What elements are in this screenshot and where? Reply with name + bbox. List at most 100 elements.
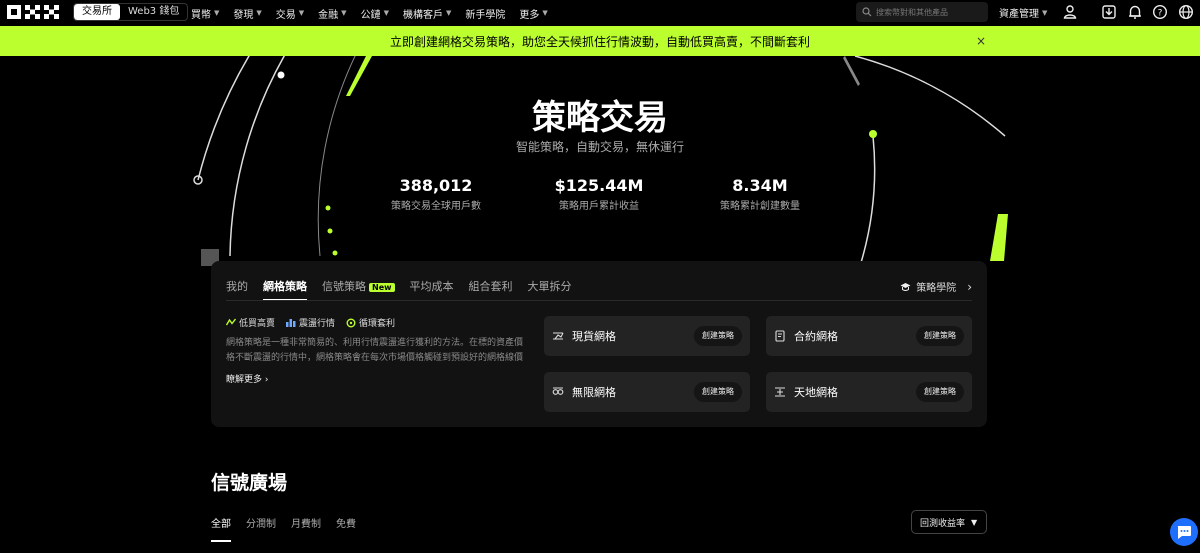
chevron-down-icon: ▼	[341, 9, 347, 17]
tab-arbitrage[interactable]: 組合套利	[469, 278, 513, 294]
create-strategy-button[interactable]: 創建策略	[694, 382, 742, 402]
asset-management-menu[interactable]: 資產管理 ▼	[999, 5, 1048, 21]
user-icon[interactable]	[1062, 4, 1078, 20]
download-icon[interactable]	[1101, 4, 1117, 20]
menu-learn[interactable]: 新手學院	[465, 6, 505, 21]
exchange-tab[interactable]: 交易所	[74, 4, 120, 20]
okx-logo[interactable]	[7, 4, 61, 21]
tab-all[interactable]: 全部	[211, 515, 231, 542]
spot-grid-icon	[553, 332, 564, 340]
grid-description: 網格策略是一種非常簡易的、利用行情震盪進行獲利的方法。在標的資產價格不斷震盪的行…	[226, 338, 524, 363]
hero-section: 策略交易 智能策略，自動交易，無休運行 388,012 策略交易全球用戶數 $1…	[0, 56, 1200, 266]
stat-earnings: $125.44M 策略用戶累計收益	[549, 176, 649, 212]
chevron-down-icon: ▼	[256, 9, 262, 17]
menu-institutional[interactable]: 機構客戶 ▼	[403, 6, 451, 21]
chevron-down-icon: ▼	[445, 9, 452, 17]
new-badge: New	[369, 283, 395, 292]
promo-banner-text[interactable]: 立即創建網格交易策略，助您全天候抓住行情波動，自動低買高賣，不間斷套利	[390, 33, 810, 50]
create-strategy-button[interactable]: 創建策略	[694, 326, 742, 346]
stat-value: 8.34M	[732, 176, 788, 195]
tab-iceberg[interactable]: 大單拆分	[528, 278, 572, 294]
promo-banner: 立即創建網格交易策略，助您全天候抓住行情波動，自動低買高賣，不間斷套利 ×	[0, 26, 1200, 56]
feature-label: 循環套利	[359, 319, 396, 329]
asset-label: 資產管理	[999, 9, 1039, 20]
help-icon[interactable]: ?	[1152, 4, 1168, 20]
infinity-grid-card[interactable]: 無限網格 創建策略	[544, 372, 750, 412]
spot-grid-card[interactable]: 現貨網格 創建策略	[544, 316, 750, 356]
bar-chart-icon	[286, 319, 296, 327]
menu-label: 發現	[233, 9, 254, 21]
search-icon	[862, 7, 872, 17]
create-strategy-button[interactable]: 創建策略	[916, 382, 964, 402]
search-input[interactable]	[876, 7, 986, 17]
card-label: 天地網格	[794, 386, 838, 399]
tab-dca[interactable]: 平均成本	[410, 278, 454, 294]
chevron-down-icon: ▼	[1042, 8, 1048, 17]
menu-more[interactable]: 更多 ▼	[519, 6, 547, 21]
academy-label: 策略學院	[916, 283, 957, 294]
tab-free[interactable]: 免費	[336, 515, 356, 530]
menu-label: 買幣	[191, 9, 211, 21]
search-box[interactable]	[856, 2, 988, 22]
stat-label: 策略累計創建數量	[720, 201, 800, 212]
top-nav: 交易所 Web3 錢包 買幣 ▼ 發現 ▼ 交易 ▼ 金融 ▼ 公鏈 ▼ 機構客戶 ▼ 新手…	[0, 0, 1200, 26]
trend-icon	[226, 318, 236, 326]
web3-wallet-tab[interactable]: Web3 錢包	[120, 4, 187, 20]
card-label: 無限網格	[572, 386, 616, 399]
exchange-wallet-switch: 交易所 Web3 錢包	[73, 3, 189, 21]
bell-icon[interactable]	[1127, 4, 1143, 20]
chat-support-button[interactable]	[1170, 518, 1198, 546]
chat-icon	[1177, 525, 1191, 539]
learn-more-link[interactable]: 瞭解更多 ›	[226, 372, 269, 385]
tab-divider	[226, 300, 972, 301]
main-menu: 買幣 ▼ 發現 ▼ 交易 ▼ 金融 ▼ 公鏈 ▼ 機構客戶 ▼ 新手學院 更多 ▼	[191, 0, 562, 26]
cycle-icon	[346, 318, 356, 327]
chevron-right-icon: ›	[264, 375, 269, 385]
strategy-tabs: 我的 網格策略 信號策略 New 平均成本 組合套利 大單拆分	[226, 278, 572, 301]
card-label: 現貨網格	[572, 330, 616, 343]
close-icon[interactable]: ×	[976, 34, 986, 48]
feature-range: 震盪行情	[286, 316, 335, 329]
tab-grid[interactable]: 網格策略	[263, 278, 307, 301]
menu-finance[interactable]: 金融 ▼	[318, 6, 346, 21]
menu-label: 更多	[519, 9, 540, 21]
stat-label: 策略用戶累計收益	[559, 201, 639, 212]
menu-label: 交易	[275, 9, 296, 21]
strategy-panel: 我的 網格策略 信號策略 New 平均成本 組合套利 大單拆分 策略學院 › 低買…	[211, 261, 987, 427]
menu-chain[interactable]: 公鏈 ▼	[361, 6, 389, 21]
chevron-down-icon: ▼	[383, 9, 389, 17]
chevron-down-icon: ▼	[542, 9, 548, 17]
card-label: 合約網格	[794, 330, 838, 343]
feature-cycle: 循環套利	[346, 316, 395, 329]
tab-mine[interactable]: 我的	[226, 278, 248, 294]
chevron-down-icon: ▼	[214, 9, 220, 17]
tab-profit-share[interactable]: 分潤制	[246, 515, 276, 530]
page-subtitle: 智能策略，自動交易，無休運行	[515, 140, 684, 154]
tab-signal[interactable]: 信號策略 New	[322, 278, 395, 294]
menu-label: 公鏈	[360, 9, 381, 21]
globe-icon[interactable]	[1178, 4, 1194, 20]
sort-select[interactable]: 回測收益率 ▼	[911, 510, 987, 534]
stat-users: 388,012 策略交易全球用戶數	[386, 176, 486, 212]
stat-label: 策略交易全球用戶數	[391, 201, 481, 212]
infinity-grid-icon	[552, 387, 564, 395]
menu-trade[interactable]: 交易 ▼	[276, 6, 304, 21]
signal-square-title: 信號廣場	[211, 472, 288, 494]
grid-features: 低買高賣 震盪行情 循環套利	[226, 316, 395, 329]
contract-grid-card[interactable]: 合約網格 創建策略	[766, 316, 972, 356]
chevron-down-icon: ▼	[298, 9, 305, 17]
strategy-academy-link[interactable]: 策略學院 ›	[900, 279, 972, 294]
create-strategy-button[interactable]: 創建策略	[916, 326, 964, 346]
menu-label: 機構客戶	[402, 9, 443, 21]
menu-buy-crypto[interactable]: 買幣 ▼	[191, 6, 219, 21]
stat-value: 388,012	[399, 176, 473, 195]
hero-decoration	[193, 56, 1008, 266]
moon-grid-card[interactable]: 天地網格 創建策略	[766, 372, 972, 412]
tab-monthly[interactable]: 月費制	[291, 515, 321, 530]
menu-label: 金融	[318, 9, 339, 21]
feature-label: 震盪行情	[299, 319, 336, 329]
contract-grid-icon	[775, 330, 785, 342]
stat-value: $125.44M	[554, 176, 644, 195]
menu-discover[interactable]: 發現 ▼	[233, 6, 261, 21]
moon-grid-icon	[775, 387, 785, 397]
